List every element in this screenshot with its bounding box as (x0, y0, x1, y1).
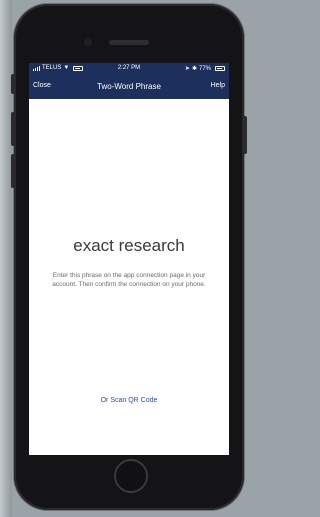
volume-down-button (11, 154, 14, 188)
battery-percent: 77% (198, 65, 211, 72)
phone-screen: TELUS ▼ 2:27 PM ➤ ✱ 77% Close Two-Word P… (29, 63, 229, 455)
two-word-phrase: exact research (73, 236, 185, 255)
help-button[interactable]: Help (211, 82, 225, 89)
instruction-text: Enter this phrase on the app connection … (52, 272, 206, 288)
status-right: ➤ ✱ 77% (185, 65, 225, 72)
battery-icon (215, 66, 225, 71)
bluetooth-icon: ✱ (191, 66, 197, 72)
earpiece-speaker (109, 40, 149, 45)
status-bar: TELUS ▼ 2:27 PM ➤ ✱ 77% (29, 63, 229, 75)
front-camera (84, 38, 92, 46)
location-icon: ➤ (184, 66, 190, 72)
volume-up-button (11, 112, 14, 146)
navigation-bar: Close Two-Word Phrase Help (29, 75, 229, 99)
phone-device: TELUS ▼ 2:27 PM ➤ ✱ 77% Close Two-Word P… (11, 4, 247, 510)
scan-qr-code-link[interactable]: Or Scan QR Code (29, 397, 229, 404)
power-button (244, 116, 247, 154)
page-title: Two-Word Phrase (97, 82, 161, 91)
silent-switch (11, 74, 14, 94)
home-button[interactable] (114, 459, 148, 493)
